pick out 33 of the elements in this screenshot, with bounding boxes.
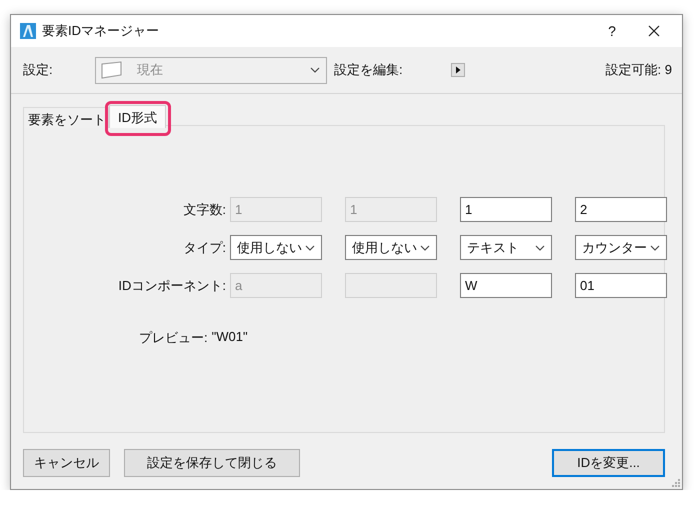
dialog-button[interactable]: 設定を保存して閉じる — [124, 449, 300, 477]
close-icon[interactable] — [648, 25, 660, 37]
chevron-icon — [535, 244, 545, 250]
type-dropdown[interactable]: カウンター — [575, 235, 667, 260]
resize-grip-icon[interactable] — [672, 479, 680, 487]
type-dropdown[interactable]: 使用しない — [345, 235, 437, 260]
window-title: 要素IDマネージャー — [42, 22, 160, 40]
type-dropdown[interactable]: テキスト — [460, 235, 552, 260]
field-label: タイプ: — [182, 238, 226, 256]
edit-settings-label: 設定を編集: — [334, 61, 403, 79]
available-count: 設定可能: 9 — [606, 61, 672, 79]
input-field[interactable]: W — [460, 273, 552, 298]
preview-label: プレビュー: — [139, 329, 208, 347]
help-button[interactable]: ? — [592, 23, 632, 39]
input-field[interactable]: 2 — [575, 197, 667, 222]
dialog-button[interactable]: IDを変更... — [552, 449, 665, 477]
tab[interactable]: 要素をソート — [23, 107, 109, 128]
field-label: 文字数: — [182, 200, 226, 218]
chevron-icon — [420, 244, 430, 250]
app-logo-icon — [20, 23, 36, 39]
chevron-icon — [310, 67, 320, 73]
dialog-button[interactable]: キャンセル — [23, 449, 110, 477]
field-label: IDコンポーネント: — [117, 276, 226, 294]
chevron-icon — [650, 244, 660, 250]
tab[interactable]: ID形式 — [109, 105, 166, 128]
input-field[interactable]: 01 — [575, 273, 667, 298]
type-dropdown[interactable]: 使用しない — [230, 235, 322, 260]
chevron-icon — [305, 244, 315, 250]
play-button-icon[interactable] — [450, 63, 465, 77]
preview-value: "W01" — [212, 329, 248, 346]
page-icon — [101, 61, 123, 79]
input-field[interactable]: 1 — [460, 197, 552, 222]
settings-label: 設定: — [23, 61, 54, 79]
